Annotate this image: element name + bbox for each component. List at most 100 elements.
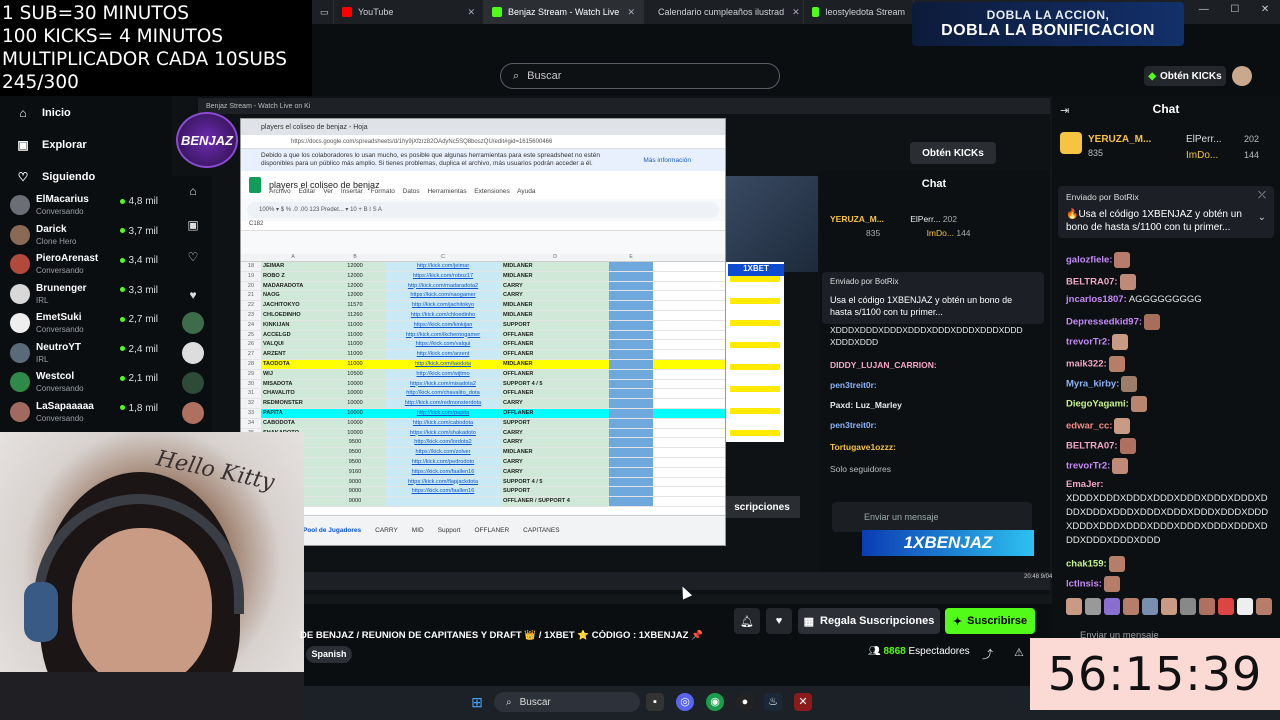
- chevron-down-icon[interactable]: ⌄: [1258, 212, 1266, 223]
- player-mmr: 10000: [325, 389, 385, 399]
- chat-username[interactable]: galozfiele:: [1066, 255, 1112, 266]
- home-icon: ⌂: [189, 184, 197, 198]
- inner-bet-logo: 1XBET: [728, 264, 784, 276]
- player-link: http://kick.com/cabodota: [385, 418, 501, 428]
- tab-benjaz-stream[interactable]: Benjaz Stream - Watch Live ✕: [484, 0, 644, 24]
- player-name: PAPITA: [263, 409, 283, 416]
- tab-youtube[interactable]: YouTube ✕: [334, 0, 484, 24]
- overlay-line-2: 100 KICKS= 4 MINUTOS: [2, 26, 224, 47]
- chat-username[interactable]: maik322:: [1066, 359, 1107, 370]
- kick-icon: [492, 7, 502, 17]
- dota-icon[interactable]: ✕: [794, 693, 812, 711]
- chat-username[interactable]: jncarlos1807:: [1066, 294, 1127, 305]
- kick-coin-icon: ◆: [1148, 70, 1157, 82]
- close-icon[interactable]: ✕: [459, 7, 475, 18]
- taskbar-search[interactable]: ⌕ Buscar: [494, 692, 640, 712]
- nav-browse[interactable]: ▣ Explorar: [16, 138, 86, 152]
- pinned-message[interactable]: Enviado por BotRix 🔥Usa el código 1XBENJ…: [1058, 186, 1274, 238]
- channel-category: Conversando: [36, 384, 84, 393]
- sidebar-channel[interactable]: Brunenger IRL 3,3 mil: [10, 281, 162, 309]
- player-role: CARRY: [501, 291, 609, 301]
- player-role: OFFLANER: [501, 389, 609, 399]
- get-kicks-button[interactable]: ◆ Obtén KICKs: [1144, 66, 1226, 86]
- sidebar-channel[interactable]: Westcol Conversando 2,1 mil: [10, 369, 162, 397]
- sheets-logo-icon: [249, 177, 261, 193]
- sidebar-channel[interactable]: EmetSuki Conversando 2,7 mil: [10, 310, 162, 338]
- tab-calendario[interactable]: Calendario cumpleaños ilustrad ✕: [644, 0, 804, 24]
- tab-leostyledota[interactable]: leostyledota Stream: [804, 0, 914, 24]
- search-placeholder: Buscar: [527, 70, 562, 82]
- player-mmr: 10000: [347, 409, 363, 416]
- chat-username[interactable]: chak159:: [1066, 559, 1107, 570]
- sidebar-channel[interactable]: PieroArenast Conversando 3,4 mil: [10, 251, 162, 279]
- player-name: JEIMAR: [261, 262, 325, 271]
- chat-username[interactable]: edwar_cc:: [1066, 421, 1112, 432]
- heart-filled-icon: ♥: [189, 288, 197, 302]
- sidebar-channel[interactable]: ElMacarius Conversando 4,8 mil: [10, 192, 162, 220]
- browse-icon: ▣: [17, 138, 29, 152]
- player-role: CARRY: [501, 281, 609, 291]
- emote-icon: [1103, 576, 1120, 592]
- chat-username[interactable]: EmaJer:: [1066, 478, 1272, 492]
- follow-heart-button[interactable]: ♥: [766, 608, 792, 634]
- player-mmr: 9500: [325, 448, 385, 457]
- close-icon[interactable]: ✕: [784, 7, 800, 18]
- nav-following[interactable]: ♡ Siguiendo: [16, 170, 96, 184]
- chrome-icon[interactable]: ◉: [706, 693, 724, 711]
- row-number: 33: [241, 408, 261, 418]
- sheet-tab: MID: [411, 527, 424, 534]
- inner-get-kicks: Obtén KICKs: [910, 142, 996, 164]
- chat-username[interactable]: BELTRA07:: [1066, 441, 1118, 452]
- chat-username[interactable]: lctlnsis:: [1066, 579, 1102, 590]
- language-tag[interactable]: Spanish: [306, 646, 352, 663]
- avatar: [10, 313, 30, 333]
- chat-message: maik322:: [1066, 356, 1125, 372]
- steam-icon[interactable]: ♨: [764, 693, 782, 711]
- channel-name: LaSapaaaaa: [36, 400, 94, 412]
- emote-icon: [1085, 598, 1101, 615]
- column-headers: A B C D E: [241, 254, 725, 262]
- chat-username[interactable]: trevorTr2:: [1066, 461, 1110, 472]
- subscribe-button[interactable]: ✦ Suscribirse: [945, 608, 1035, 634]
- chat-username[interactable]: trevorTr2:: [1066, 337, 1110, 348]
- report-icon[interactable]: ⚠: [1014, 646, 1024, 659]
- chat-username[interactable]: DiegoYagami:: [1066, 399, 1129, 410]
- inner-chat-msg: pen3treit0r:: [830, 420, 877, 430]
- player-role: MIDLANER: [501, 262, 609, 271]
- chat-username[interactable]: Depressedkid97:: [1066, 317, 1142, 328]
- player-mmr: 9000: [325, 477, 385, 487]
- chat-username[interactable]: Myra_kirby:: [1066, 379, 1119, 390]
- chat-username[interactable]: BELTRA07:: [1066, 277, 1118, 288]
- heart-icon: ♡: [187, 250, 199, 264]
- viewers-icon: 👥︎: [868, 646, 881, 657]
- maximize-icon[interactable]: ☐: [1230, 4, 1239, 20]
- windows-start-icon[interactable]: ⊞: [468, 693, 486, 711]
- obs-icon[interactable]: ●: [736, 693, 754, 711]
- player-name: ROBO Z: [261, 271, 325, 281]
- player-link: [385, 497, 501, 506]
- sidebar-channel[interactable]: Darick Clone Hero 3,7 mil: [10, 222, 162, 250]
- table-row: 22 JACHITOKYO 11570 http://kick.com/jachito…: [241, 301, 725, 311]
- task-view-icon[interactable]: ▪: [646, 693, 664, 711]
- tab-scroll-left[interactable]: ▭: [312, 0, 334, 24]
- table-row: 369500http://kick.com/lordota2CARRY: [241, 438, 725, 449]
- channel-name: EmetSuki: [36, 312, 82, 323]
- share-icon[interactable]: ⤴: [982, 646, 993, 662]
- avatar: [10, 372, 30, 392]
- minimize-icon[interactable]: —: [1199, 4, 1209, 20]
- avatar[interactable]: [1232, 66, 1252, 86]
- discord-icon[interactable]: ◎: [676, 693, 694, 711]
- search-input[interactable]: ⌕ Buscar: [500, 63, 780, 89]
- row-number: 28: [241, 359, 261, 369]
- player-mmr: 11000: [325, 320, 385, 330]
- sidebar-channel[interactable]: NeutroYT IRL 2,4 mil: [10, 340, 162, 368]
- close-window-icon[interactable]: ✕: [1261, 4, 1269, 20]
- row-number: 25: [241, 330, 261, 340]
- table-row: 20 MADARADOTA 12000 http://kick.com/madarad…: [241, 281, 725, 292]
- nav-home[interactable]: ⌂ Inicio: [16, 106, 70, 120]
- unpin-icon[interactable]: ⤫: [1258, 190, 1266, 201]
- chat-message: jncarlos1807: AGGGGGGGGG: [1066, 294, 1202, 305]
- sidebar-channel[interactable]: LaSapaaaaa Conversando 1,8 mil: [10, 399, 162, 427]
- close-icon[interactable]: ✕: [619, 7, 635, 18]
- gift-subs-button[interactable]: ▦ Regala Suscripciones: [798, 608, 940, 634]
